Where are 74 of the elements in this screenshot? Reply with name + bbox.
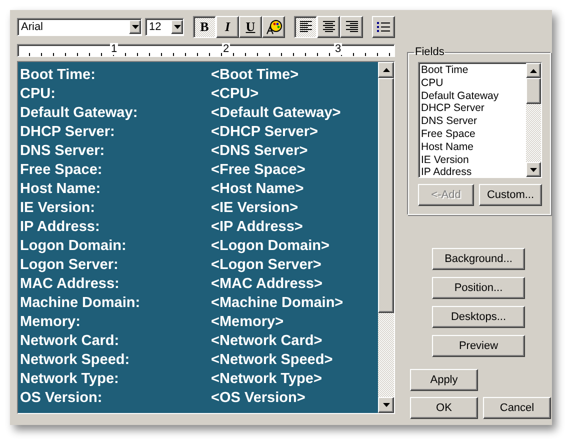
palette-icon (266, 19, 282, 35)
field-placeholder: <CPU> (211, 86, 260, 102)
field-placeholder: <Logon Domain> (211, 238, 330, 254)
field-label: DNS Server: (20, 142, 106, 158)
ruler-label: 3 (334, 43, 342, 55)
scroll-down-button[interactable] (378, 397, 394, 413)
scroll-thumb[interactable] (378, 78, 394, 313)
field-label: Logon Domain: (20, 238, 128, 254)
align-right-icon (346, 21, 358, 33)
field-label: Machine Domain: (20, 294, 142, 310)
apply-button[interactable]: Apply (410, 369, 478, 391)
font-dropdown[interactable]: Arial (17, 18, 142, 36)
align-left-button[interactable] (294, 16, 317, 38)
scrollbar[interactable] (378, 62, 394, 413)
field-label: Memory: (20, 314, 82, 330)
field-label: Network Type: (20, 370, 120, 386)
align-center-icon (322, 21, 334, 33)
align-right-button[interactable] (340, 16, 363, 38)
field-placeholder: <MAC Address> (211, 276, 324, 292)
field-placeholder: <DHCP Server> (211, 124, 319, 140)
align-left-icon (300, 21, 312, 33)
field-label: Free Space: (20, 162, 104, 178)
field-placeholder: <IP Address> (211, 218, 304, 234)
field-label: MAC Address: (20, 276, 120, 292)
field-placeholder: <Host Name> (211, 180, 305, 196)
field-placeholder: <OS Version> (211, 390, 306, 406)
field-label: IP Address: (20, 218, 101, 234)
scroll-up-button[interactable] (378, 62, 394, 78)
field-label: Default Gateway: (20, 104, 139, 120)
side-button[interactable]: Position... (432, 277, 525, 299)
field-placeholder: <Network Card> (211, 332, 324, 348)
field-placeholder: <DNS Server> (211, 142, 309, 158)
field-label: OS Version: (20, 390, 104, 406)
text-editor[interactable] (18, 62, 378, 413)
bullet-list-icon (377, 20, 390, 34)
side-button[interactable]: Background... (432, 248, 525, 270)
field-label: Host Name: (20, 180, 102, 196)
side-button[interactable]: Desktops... (432, 306, 525, 328)
down-arrow-icon (382, 403, 390, 407)
cancel-button[interactable]: Cancel (483, 397, 551, 419)
dropdown-button[interactable] (129, 20, 142, 34)
group-title: Fields (414, 46, 446, 58)
field-label: CPU: (20, 86, 56, 102)
field-placeholder: <Default Gateway> (211, 104, 342, 120)
field-placeholder: <Machine Domain> (211, 294, 344, 310)
field-placeholder: <Logon Server> (211, 256, 322, 272)
ruler-label: 1 (110, 43, 118, 55)
ok-button[interactable]: OK (410, 397, 478, 419)
field-placeholder: <Memory> (211, 314, 285, 330)
custom-button[interactable]: Custom... (479, 184, 542, 206)
field-label: Boot Time: (20, 66, 96, 82)
side-button[interactable]: Preview (432, 335, 525, 357)
field-label: DHCP Server: (20, 124, 116, 140)
underline-button[interactable]: U (239, 16, 262, 38)
down-arrow-icon (174, 25, 180, 29)
align-center-button[interactable] (317, 16, 340, 38)
field-label: Network Speed: (20, 352, 131, 368)
field-placeholder: <Network Speed> (211, 352, 334, 368)
field-label: Network Card: (20, 332, 120, 348)
field-label: IE Version: (20, 200, 96, 216)
field-placeholder: <Boot Time> (211, 66, 300, 82)
field-placeholder: <Network Type> (211, 370, 323, 386)
bullets-button[interactable] (372, 16, 395, 38)
dropdown-button[interactable] (171, 20, 183, 34)
bold-button[interactable]: B (193, 16, 216, 38)
down-arrow-icon (132, 25, 139, 29)
field-label: Logon Server: (20, 256, 120, 272)
field-placeholder: <Free Space> (211, 162, 306, 178)
field-placeholder: <IE Version> (211, 200, 300, 216)
color-button[interactable] (262, 16, 285, 38)
italic-button[interactable]: I (216, 16, 239, 38)
size-dropdown[interactable]: 12 (145, 18, 184, 36)
ruler-label: 2 (222, 43, 230, 55)
up-arrow-icon (382, 68, 390, 72)
